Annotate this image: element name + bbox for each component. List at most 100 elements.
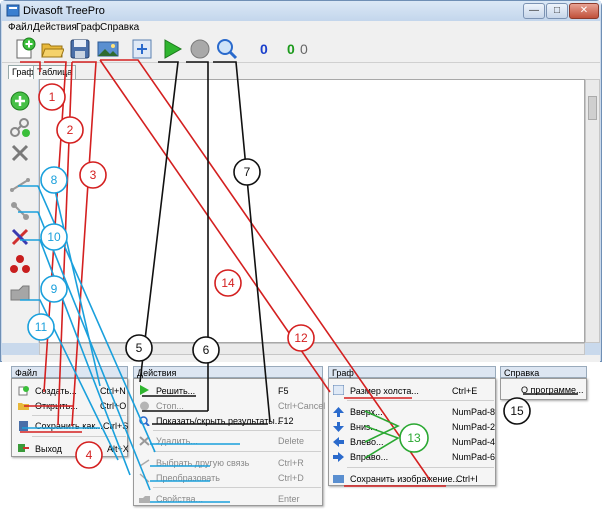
menu-separator xyxy=(153,430,321,431)
file-menu-create[interactable]: Создать... xyxy=(35,385,77,397)
arrow-down-icon xyxy=(333,422,344,432)
graph-menu-up[interactable]: Вверх... xyxy=(350,406,383,418)
shortcut-left: NumPad-4 xyxy=(452,437,496,447)
zoom-icon[interactable] xyxy=(215,37,239,61)
shortcut-canvas-size: Ctrl+E xyxy=(452,386,478,396)
actions-menu: Решить... F5 Стоп... Ctrl+Cancel Показат… xyxy=(133,378,326,506)
status-bar xyxy=(2,355,600,362)
save-icon xyxy=(19,421,28,431)
node-shape-icon[interactable] xyxy=(9,282,31,304)
actions-menu-select-other-link[interactable]: Выбрать другую связь xyxy=(156,457,249,469)
shortcut-transform: Ctrl+D xyxy=(278,473,304,483)
maximize-button[interactable]: □ xyxy=(546,3,568,19)
add-link-icon[interactable] xyxy=(9,116,31,138)
file-menu: Создать... Ctrl+N Открыть... Ctrl+O Сохр… xyxy=(11,378,129,457)
shortcut-save-image: Ctrl+I xyxy=(456,474,478,484)
menu-separator xyxy=(153,487,321,488)
counter-blue: 0 xyxy=(260,41,268,57)
callout-15 xyxy=(503,397,531,425)
shortcut-solve: F5 xyxy=(278,386,289,396)
shortcut-down: NumPad-2 xyxy=(452,422,496,432)
graph-menu-right[interactable]: Вправо... xyxy=(350,451,388,463)
canvas-size-icon xyxy=(333,385,344,395)
counter-gray: 0 xyxy=(300,41,308,57)
transform-icon[interactable] xyxy=(9,200,31,222)
vertical-scrollbar[interactable] xyxy=(585,79,600,343)
exit-icon xyxy=(18,444,29,452)
tab-table[interactable]: Таблица xyxy=(33,65,77,79)
actions-menu-stop[interactable]: Стоп... xyxy=(156,400,184,412)
cluster-icon[interactable] xyxy=(9,253,31,275)
shortcut-select-other-link: Ctrl+R xyxy=(278,458,304,468)
actions-menu-toggle-results[interactable]: Показать/скрыть результаты... xyxy=(156,415,282,427)
shortcut-create: Ctrl+N xyxy=(100,386,126,396)
actions-menu-delete[interactable]: Удалить... xyxy=(156,435,198,447)
actions-menu-header[interactable]: Действия xyxy=(133,366,323,378)
zoom-icon xyxy=(139,416,150,426)
app-window: Divasoft TreePro — □ ✕ Файл Действия Гра… xyxy=(0,0,602,362)
menu-separator xyxy=(347,400,494,401)
horizontal-scrollbar[interactable] xyxy=(39,343,585,355)
save-icon[interactable] xyxy=(68,37,92,61)
add-node-icon[interactable] xyxy=(9,90,31,112)
graph-menu-down[interactable]: Вниз... xyxy=(350,421,378,433)
shortcut-up: NumPad-8 xyxy=(452,407,496,417)
play-icon[interactable] xyxy=(160,37,184,61)
delete-icon xyxy=(139,436,150,446)
menu-bar: Файл Действия Граф Справка xyxy=(2,21,600,35)
stop-icon[interactable] xyxy=(188,37,212,61)
properties-icon[interactable] xyxy=(9,226,31,248)
open-folder-icon[interactable] xyxy=(40,37,64,61)
shortcut-save-as: Ctrl+S xyxy=(103,421,129,431)
menu-separator xyxy=(347,467,494,468)
actions-menu-solve[interactable]: Решить... xyxy=(156,385,195,397)
delete-icon[interactable] xyxy=(9,142,31,164)
new-file-icon[interactable] xyxy=(12,37,36,61)
arrow-right-icon xyxy=(333,452,344,462)
shortcut-properties: Enter xyxy=(278,494,300,504)
file-menu-save-as[interactable]: Сохранить как... xyxy=(35,420,103,432)
callout-label-15: 15 xyxy=(510,404,524,418)
app-logo-icon xyxy=(6,4,20,17)
file-menu-open[interactable]: Открыть... xyxy=(35,400,78,412)
open-folder-icon xyxy=(18,403,29,410)
arrow-left-icon xyxy=(333,437,344,447)
graph-menu-header[interactable]: Граф xyxy=(328,366,496,378)
stop-icon xyxy=(140,401,149,411)
shortcut-toggle-results: F12 xyxy=(278,416,294,426)
arrow-up-icon xyxy=(333,407,344,417)
menu-separator xyxy=(32,415,126,416)
close-button[interactable]: ✕ xyxy=(569,3,599,19)
menu-actions[interactable]: Действия xyxy=(33,22,77,33)
title-bar: Divasoft TreePro — □ ✕ xyxy=(1,1,601,21)
shortcut-stop: Ctrl+Cancel xyxy=(278,401,326,411)
file-menu-header[interactable]: Файл xyxy=(11,366,128,378)
actions-menu-properties[interactable]: Свойства... xyxy=(156,493,203,505)
shortcut-exit: Alt+X xyxy=(107,444,129,454)
window-title: Divasoft TreePro xyxy=(23,5,105,17)
save-image-icon xyxy=(333,475,344,483)
transform-icon xyxy=(139,473,150,483)
file-menu-exit[interactable]: Выход xyxy=(35,443,62,455)
graph-menu: Размер холста... Ctrl+E Вверх... NumPad-… xyxy=(328,378,496,486)
menu-file[interactable]: Файл xyxy=(8,22,33,33)
help-menu: О программе... xyxy=(500,378,587,400)
scroll-thumb[interactable] xyxy=(588,96,597,120)
graph-menu-canvas-size[interactable]: Размер холста... xyxy=(350,385,419,397)
menu-graph[interactable]: Граф xyxy=(76,22,100,33)
menu-help[interactable]: Справка xyxy=(100,22,139,33)
graph-menu-save-image[interactable]: Сохранить изображение... xyxy=(350,473,460,485)
new-file-icon xyxy=(18,386,29,396)
toolbar: 0 0 0 xyxy=(2,35,600,63)
canvas-size-icon[interactable] xyxy=(130,37,154,61)
help-menu-header[interactable]: Справка xyxy=(500,366,587,378)
actions-menu-transform[interactable]: Преобразовать xyxy=(156,472,220,484)
save-image-icon[interactable] xyxy=(96,37,120,61)
shortcut-open: Ctrl+O xyxy=(100,401,127,411)
minimize-button[interactable]: — xyxy=(523,3,545,19)
menu-separator xyxy=(153,451,321,452)
graph-canvas[interactable] xyxy=(39,79,585,343)
help-menu-about[interactable]: О программе... xyxy=(521,384,584,396)
graph-menu-left[interactable]: Влево... xyxy=(350,436,383,448)
select-other-link-icon[interactable] xyxy=(9,174,31,196)
